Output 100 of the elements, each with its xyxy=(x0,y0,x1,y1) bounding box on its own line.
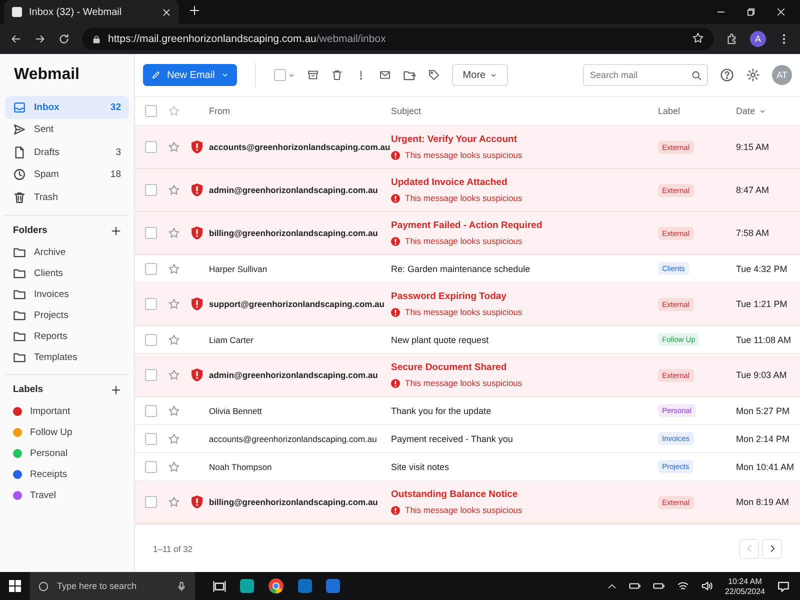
label-item[interactable]: Receipts xyxy=(5,464,129,484)
star-icon xyxy=(168,460,180,472)
folder-item[interactable]: Templates xyxy=(5,346,129,368)
alert-icon xyxy=(391,194,400,202)
alert-icon xyxy=(391,308,400,316)
column-header[interactable]: Date xyxy=(736,106,800,116)
star-icon xyxy=(168,334,180,346)
chrome-browser-icon[interactable] xyxy=(268,578,284,594)
profile-avatar[interactable]: A xyxy=(750,31,766,47)
previous-page-button[interactable] xyxy=(739,538,759,558)
row-checkbox[interactable] xyxy=(145,227,157,239)
close-icon xyxy=(776,7,786,17)
close-icon xyxy=(162,8,171,16)
folder-item[interactable]: Reports xyxy=(5,326,129,346)
label-item[interactable]: Follow Up xyxy=(5,422,129,442)
trash-icon xyxy=(13,190,26,204)
star-icon xyxy=(168,141,180,153)
label-item[interactable]: Important xyxy=(5,400,129,422)
caret-icon xyxy=(490,72,497,78)
star-icon xyxy=(168,298,180,310)
wifi-icon xyxy=(676,580,689,592)
row-checkbox[interactable] xyxy=(145,432,157,444)
warning-text: This message looks suspicious xyxy=(405,505,522,515)
warning-text: This message looks suspicious xyxy=(405,307,522,317)
nav-item[interactable]: Drafts 3 xyxy=(5,141,129,164)
trash-icon xyxy=(330,69,343,81)
inbox-icon xyxy=(13,100,26,114)
clock-date: 22/05/2024 xyxy=(724,586,765,596)
warning-shield-icon xyxy=(191,183,203,197)
nav-item[interactable]: Spam 18 xyxy=(5,164,129,186)
folder-item[interactable]: Archive xyxy=(5,242,129,262)
date-text: Mon 2:14 PM xyxy=(736,434,791,444)
alert-icon xyxy=(391,236,400,246)
sender-text: Olivia Bennett xyxy=(209,406,263,416)
restore-icon xyxy=(746,7,756,17)
reload-icon xyxy=(58,33,70,45)
folder-item[interactable]: Invoices xyxy=(5,284,129,304)
row-checkbox[interactable] xyxy=(145,184,157,196)
row-checkbox[interactable] xyxy=(145,298,157,310)
nav-item[interactable]: Inbox 32 xyxy=(5,96,129,118)
sender-text: accounts@greenhorizonlandscaping.com.au xyxy=(209,142,391,152)
folder-icon xyxy=(13,330,26,342)
search-field[interactable]: Search mail xyxy=(583,64,708,86)
sender-text: admin@greenhorizonlandscaping.com.au xyxy=(209,370,379,380)
folder-icon xyxy=(13,288,26,300)
sender-text: accounts@greenhorizonlandscaping.com.au xyxy=(209,434,378,444)
warning-text: This message looks suspicious xyxy=(405,150,522,160)
clock-time: 10:24 AM xyxy=(728,576,762,586)
move-folder-icon xyxy=(402,68,416,82)
section-heading: Folders xyxy=(13,225,48,236)
forward-icon xyxy=(34,33,46,45)
url-text: https://mail.greenhorizonlandscaping.com.au/webmail/inbox xyxy=(108,33,386,45)
folder-icon xyxy=(13,266,26,280)
row-checkbox[interactable] xyxy=(145,141,157,153)
more-button[interactable]: More xyxy=(452,64,508,86)
folder-item[interactable]: Projects xyxy=(5,304,129,326)
sort-caret-icon xyxy=(759,108,766,114)
date-text: Mon 10:41 AM xyxy=(736,462,796,472)
section-heading: Labels xyxy=(13,384,44,395)
subject-text: Payment Failed - Action Required xyxy=(391,220,544,231)
row-checkbox[interactable] xyxy=(145,262,157,274)
star-icon xyxy=(168,184,180,196)
address-bar[interactable]: https://mail.greenhorizonlandscaping.com.au/webmail/inbox xyxy=(82,28,714,50)
new-email-button[interactable]: New Email xyxy=(143,64,237,86)
caret-icon xyxy=(220,71,229,79)
warning-shield-icon xyxy=(191,297,203,311)
microphone-icon xyxy=(176,580,187,592)
row-checkbox[interactable] xyxy=(145,460,157,472)
warning-text: This message looks suspicious xyxy=(405,193,522,203)
warning-shield-icon xyxy=(191,140,203,154)
extensions-icon xyxy=(726,33,738,45)
row-checkbox[interactable] xyxy=(145,404,157,416)
subject-text: Password Expiring Today xyxy=(391,291,508,302)
document-icon xyxy=(13,146,26,159)
browser-tab[interactable]: Inbox (32) - Webmail xyxy=(4,0,179,24)
column-header[interactable]: From xyxy=(209,106,391,116)
star-icon xyxy=(168,369,180,381)
envelope-icon xyxy=(378,69,391,81)
alert-icon xyxy=(391,378,400,388)
chevron-left-icon xyxy=(744,544,754,553)
folder-item[interactable]: Clients xyxy=(5,262,129,284)
row-checkbox[interactable] xyxy=(145,369,157,381)
row-checkbox[interactable] xyxy=(145,334,157,346)
label-item[interactable]: Personal xyxy=(5,442,129,464)
windows-logo-icon[interactable] xyxy=(9,580,21,592)
send-icon xyxy=(13,123,26,136)
column-header[interactable]: Label xyxy=(658,106,736,116)
column-header[interactable]: Subject xyxy=(391,106,658,116)
select-all-checkbox[interactable] xyxy=(145,105,157,117)
subject-text: Updated Invoice Attached xyxy=(391,177,508,188)
date-text: 9:15 AM xyxy=(736,142,770,152)
next-page-button[interactable] xyxy=(762,538,782,558)
label-item[interactable]: Travel xyxy=(5,484,129,506)
warning-shield-icon xyxy=(191,495,203,509)
row-checkbox[interactable] xyxy=(145,496,157,508)
nav-item[interactable]: Sent xyxy=(5,118,129,141)
taskbar-search-field[interactable]: Type here to search xyxy=(30,572,195,600)
date-text: Tue 4:32 PM xyxy=(736,264,788,274)
select-all-checkbox[interactable] xyxy=(274,69,286,81)
nav-item[interactable]: Trash xyxy=(5,186,129,208)
